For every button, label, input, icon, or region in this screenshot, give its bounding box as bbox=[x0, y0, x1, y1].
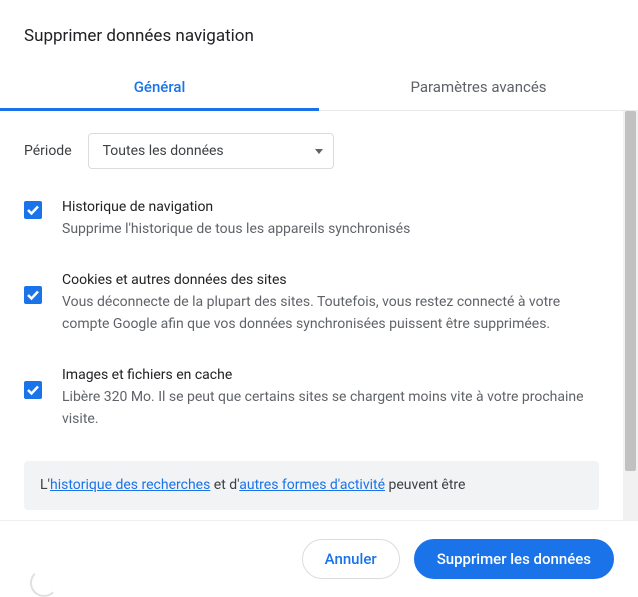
option-desc: Libère 320 Mo. Il se peut que certains s… bbox=[62, 387, 599, 430]
option-text: Images et fichiers en cache Libère 320 M… bbox=[62, 365, 599, 430]
time-range-select[interactable]: Toutes les données bbox=[88, 133, 334, 169]
check-icon bbox=[26, 288, 40, 302]
link-search-history[interactable]: historique des recherches bbox=[50, 477, 210, 493]
dialog-title: Supprimer données navigation bbox=[0, 0, 638, 64]
info-box: L'historique des recherches et d'autres … bbox=[24, 461, 599, 511]
time-range-row: Période Toutes les données bbox=[24, 133, 599, 169]
time-range-label: Période bbox=[24, 143, 72, 159]
link-other-activity[interactable]: autres formes d'activité bbox=[239, 477, 385, 493]
option-desc: Vous déconnecte de la plupart des sites.… bbox=[62, 292, 599, 335]
checkbox-cache[interactable] bbox=[24, 381, 42, 399]
option-cache: Images et fichiers en cache Libère 320 M… bbox=[24, 365, 599, 430]
tab-advanced-label: Paramètres avancés bbox=[410, 78, 546, 96]
option-desc: Supprime l'historique de tous les appare… bbox=[62, 219, 410, 241]
tab-general[interactable]: Général bbox=[0, 64, 319, 110]
info-text-prefix: L' bbox=[40, 477, 50, 493]
checkbox-cookies[interactable] bbox=[24, 286, 42, 304]
content-scroll[interactable]: Période Toutes les données Historique de… bbox=[0, 111, 623, 520]
option-heading: Images et fichiers en cache bbox=[62, 365, 599, 387]
time-range-value: Toutes les données bbox=[103, 143, 224, 159]
chevron-down-icon bbox=[315, 149, 323, 154]
info-text-suffix: peuvent être bbox=[385, 477, 465, 493]
option-heading: Historique de navigation bbox=[62, 197, 410, 219]
option-text: Historique de navigation Supprime l'hist… bbox=[62, 197, 410, 240]
option-cookies: Cookies et autres données des sites Vous… bbox=[24, 270, 599, 335]
check-icon bbox=[26, 203, 40, 217]
tab-general-label: Général bbox=[134, 78, 186, 96]
option-text: Cookies et autres données des sites Vous… bbox=[62, 270, 599, 335]
scrollbar-thumb[interactable] bbox=[625, 111, 636, 471]
tab-bar: Général Paramètres avancés bbox=[0, 64, 638, 111]
option-heading: Cookies et autres données des sites bbox=[62, 270, 599, 292]
clear-browsing-data-dialog: Supprimer données navigation Général Par… bbox=[0, 0, 638, 597]
check-icon bbox=[26, 383, 40, 397]
cancel-button[interactable]: Annuler bbox=[302, 539, 400, 579]
content-wrap: Période Toutes les données Historique de… bbox=[0, 111, 638, 520]
info-text-mid: et d' bbox=[210, 477, 239, 493]
cancel-button-label: Annuler bbox=[325, 550, 377, 568]
clear-data-button-label: Supprimer les données bbox=[437, 550, 591, 568]
clear-data-button[interactable]: Supprimer les données bbox=[414, 539, 614, 579]
dialog-footer: Annuler Supprimer les données bbox=[0, 520, 638, 597]
scrollbar[interactable] bbox=[623, 111, 638, 520]
tab-advanced[interactable]: Paramètres avancés bbox=[319, 64, 638, 110]
checkbox-browsing-history[interactable] bbox=[24, 201, 42, 219]
option-browsing-history: Historique de navigation Supprime l'hist… bbox=[24, 197, 599, 240]
